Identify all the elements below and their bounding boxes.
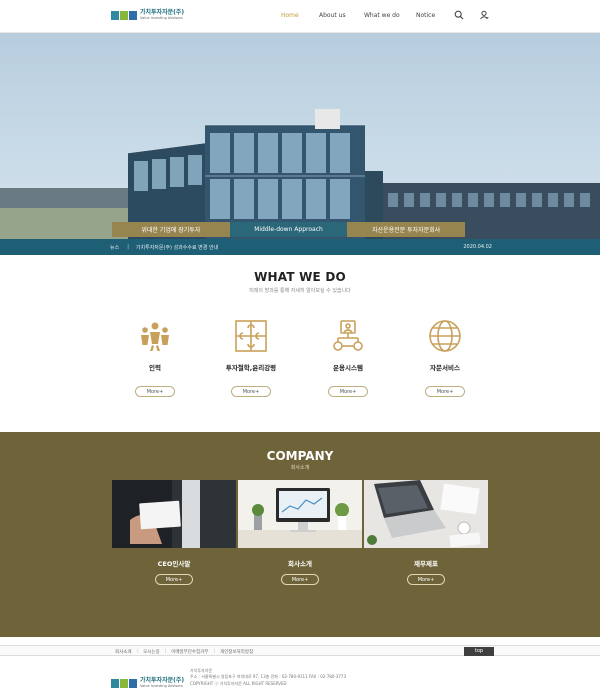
hero-tab-long-term[interactable]: 위대한 기업에 장기투자 bbox=[112, 222, 230, 237]
footer-copyright: COPYRIGHT ⓒ 가치투자자문 ALL RIGHT RESERVED bbox=[190, 680, 287, 686]
footer-link-email-policy[interactable]: 이메일무단수집거부 bbox=[171, 649, 208, 655]
service-label: 인력 bbox=[149, 364, 161, 372]
footer-link-company[interactable]: 회사소개 bbox=[115, 649, 132, 655]
footer-address: 주소 : 서울특별시 영등포구 여의대로 97, 13층 전화 : 02-780… bbox=[190, 674, 346, 680]
advisory-more-button[interactable]: More+ bbox=[425, 386, 465, 397]
news-separator: | bbox=[127, 244, 129, 250]
footer-company-info: 가치투자자문 주소 : 서울특별시 영등포구 여의대로 97, 13층 전화 :… bbox=[190, 668, 346, 687]
footer-separator: | bbox=[213, 649, 215, 654]
hero-tab-bar: 위대한 기업에 장기투자 Middle-down Approach 자산운용전문… bbox=[112, 222, 466, 237]
search-icon[interactable] bbox=[454, 10, 464, 20]
card-label: CEO인사말 bbox=[157, 560, 191, 568]
news-date: 2020.04.02 bbox=[463, 244, 492, 250]
service-advisory: 자문서비스 More+ bbox=[405, 318, 485, 397]
service-label: 자문서비스 bbox=[430, 364, 460, 372]
about-more-button[interactable]: More+ bbox=[281, 574, 319, 585]
company-section: COMPANY 회사소개 CEO인사말 More+ 회사소개 More+ 재무제… bbox=[0, 432, 600, 637]
nav-what-we-do[interactable]: What we do bbox=[364, 12, 400, 19]
business-card-photo[interactable] bbox=[112, 480, 236, 548]
hero-banner: 위대한 기업에 장기투자 Middle-down Approach 자산운용전문… bbox=[0, 33, 600, 255]
service-label: 운용시스템 bbox=[333, 364, 363, 372]
news-ticker: 뉴스 | 가치투자자문(주) 성과수수료 변경 안내 2020.04.02 bbox=[0, 239, 600, 255]
philosophy-more-button[interactable]: More+ bbox=[231, 386, 271, 397]
card-label: 재무제표 bbox=[414, 560, 438, 568]
scroll-top-button[interactable]: top bbox=[464, 647, 494, 656]
globe-icon bbox=[429, 320, 461, 352]
hero-tab-asset-management[interactable]: 자산운용전문 투자자문회사 bbox=[347, 222, 466, 237]
footer-link-bar: 회사소개 | 오시는길 | 이메일무단수집거부 | 개인정보처리방침 top bbox=[0, 645, 600, 656]
laptop-desk-photo[interactable] bbox=[364, 480, 488, 548]
service-philosophy: 투자철학,윤리강령 More+ bbox=[211, 318, 291, 397]
footer-link-directions[interactable]: 오시는길 bbox=[143, 649, 160, 655]
service-people: 인력 More+ bbox=[115, 318, 195, 397]
service-label: 투자철학,윤리강령 bbox=[225, 364, 277, 372]
nav-about-us[interactable]: About us bbox=[319, 12, 346, 19]
footer-link-privacy[interactable]: 개인정보처리방침 bbox=[220, 649, 253, 655]
footer-logo[interactable]: 가치투자자문(주) Value Investing Advisors bbox=[111, 678, 184, 689]
logo-mark bbox=[111, 678, 137, 688]
company-subtitle: 회사소개 bbox=[290, 465, 310, 471]
ceo-more-button[interactable]: More+ bbox=[155, 574, 193, 585]
company-card-ceo: CEO인사말 More+ bbox=[112, 480, 236, 585]
company-card-financial: 재무제표 More+ bbox=[364, 480, 488, 585]
what-we-do-title: WHAT WE DO bbox=[254, 270, 346, 284]
network-icon bbox=[333, 320, 363, 351]
site-header: 가치투자자문(주) Value Investing Advisors Home … bbox=[0, 0, 600, 33]
card-label: 회사소개 bbox=[288, 560, 312, 568]
footer-separator: | bbox=[136, 649, 139, 654]
news-headline-link[interactable]: 가치투자자문(주) 성과수수료 변경 안내 bbox=[136, 244, 463, 251]
service-system: 운용시스템 More+ bbox=[308, 318, 388, 397]
system-more-button[interactable]: More+ bbox=[328, 386, 368, 397]
team-icon bbox=[141, 322, 169, 351]
news-label: 뉴스 bbox=[110, 244, 120, 251]
people-more-button[interactable]: More+ bbox=[135, 386, 175, 397]
company-title: COMPANY bbox=[266, 449, 334, 463]
hero-tab-middle-down[interactable]: Middle-down Approach bbox=[229, 222, 348, 237]
nav-home[interactable]: Home bbox=[281, 12, 299, 19]
footer-separator: | bbox=[164, 649, 167, 654]
nav-notice[interactable]: Notice bbox=[416, 12, 435, 19]
desk-computer-photo[interactable] bbox=[238, 480, 362, 548]
what-we-do-subtitle: 미래의 방과를 통해 자세히 알아보실 수 있습니다 bbox=[249, 288, 351, 294]
main-nav: Home About us What we do Notice bbox=[0, 12, 600, 22]
puzzle-icon bbox=[235, 320, 267, 352]
footer-brand-subtitle: Value Investing Advisors bbox=[140, 684, 183, 688]
user-icon[interactable] bbox=[479, 10, 489, 20]
company-card-about: 회사소개 More+ bbox=[238, 480, 362, 585]
financial-more-button[interactable]: More+ bbox=[407, 574, 445, 585]
